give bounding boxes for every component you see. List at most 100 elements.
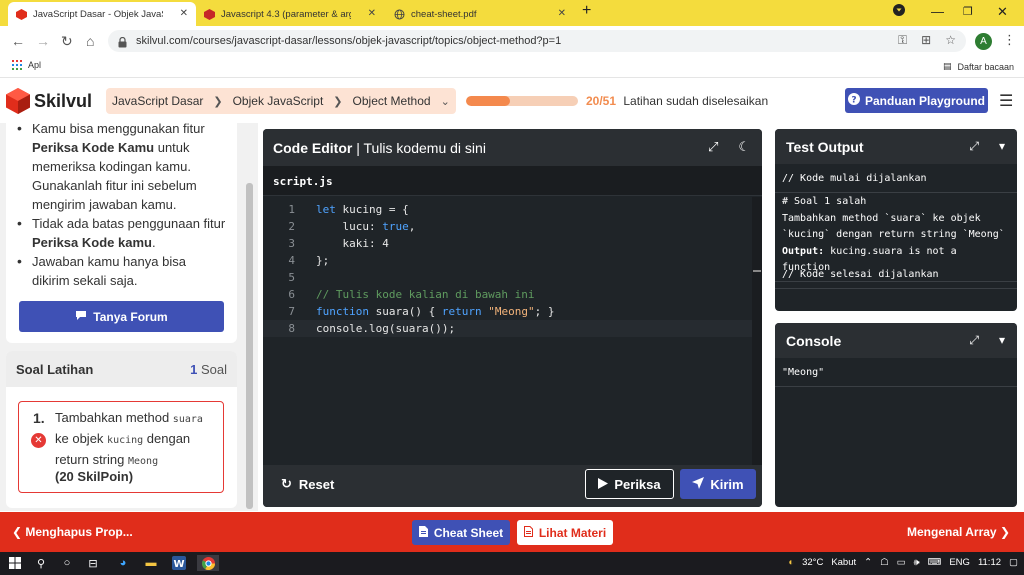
cheat-sheet-button[interactable]: Cheat Sheet (412, 520, 510, 545)
code-line[interactable]: 6// Tulis kode kalian di bawah ini (263, 286, 753, 303)
task-view-icon[interactable]: ⊟ (85, 555, 101, 571)
edge-icon[interactable]: ◕ (115, 555, 131, 571)
instruction-list: Kamu bisa menggunakan fitur Periksa Kode… (17, 119, 227, 290)
expand-icon[interactable]: ⤢ (969, 139, 979, 154)
back-icon[interactable]: ← (11, 33, 25, 49)
reset-button[interactable]: ↻ Reset (281, 476, 334, 492)
browser-tab-javascript-4-3[interactable]: Javascript 4.3 (parameter & argume ✕ (196, 2, 384, 26)
code-line[interactable]: 4}; (263, 252, 753, 269)
notification-icon[interactable]: ▢ (1009, 557, 1018, 568)
weather-icon: ◐ (788, 557, 795, 568)
document-icon (523, 525, 533, 540)
progress-fill (466, 96, 510, 106)
word-icon[interactable]: W (171, 555, 187, 571)
playground-guide-button[interactable]: ? Panduan Playground (845, 88, 988, 113)
restore-icon[interactable]: ❐ (963, 5, 973, 18)
line-number: 2 (288, 220, 295, 233)
exercise-item[interactable]: 1. ✕ Tambahkan method suara ke objek kuc… (18, 401, 224, 493)
weather-temp[interactable]: 32°C (802, 557, 823, 568)
network-icon[interactable]: ☖ (880, 557, 889, 568)
browser-menu-icon[interactable]: ⋮ (1003, 32, 1016, 48)
profile-avatar[interactable]: A (975, 33, 992, 50)
hamburger-menu-icon[interactable]: ☰ (999, 91, 1013, 111)
code-line[interactable]: 7 function suara() { return "Meong"; } (263, 303, 753, 320)
code-line[interactable]: 3 kaki: 4 (263, 235, 753, 252)
code-line[interactable]: 1 let kucing = { (263, 201, 753, 218)
chevron-down-icon[interactable]: ⌄ (441, 95, 450, 108)
browser-tab-skilvul[interactable]: JavaScript Dasar - Objek JavaScript ✕ (8, 2, 196, 26)
scrollbar-thumb[interactable] (246, 183, 253, 509)
browser-tab-strip: JavaScript Dasar - Objek JavaScript ✕ Ja… (0, 0, 1024, 26)
breadcrumb: JavaScript Dasar ❯ Objek JavaScript ❯ Ob… (106, 88, 456, 114)
expand-icon[interactable]: ⤢ (708, 139, 718, 155)
submit-button[interactable]: Kirim (680, 469, 756, 499)
home-icon[interactable]: ⌂ (86, 33, 94, 49)
editor-scrollbar[interactable] (752, 197, 762, 465)
left-scrollbar[interactable] (244, 127, 254, 509)
code-line[interactable]: 8 console.log(suara()); (263, 320, 753, 337)
windows-start-icon[interactable] (7, 555, 23, 571)
view-material-label: Lihat Materi (538, 525, 607, 540)
close-tab-icon[interactable]: ✕ (180, 8, 188, 19)
language-indicator[interactable]: ENG (949, 557, 970, 568)
chrome-icon[interactable] (197, 555, 219, 571)
volume-icon[interactable]: 🕪 (914, 557, 920, 568)
url-field[interactable]: skilvul.com/courses/javascript-dasar/les… (108, 30, 966, 52)
battery-icon[interactable]: ▭ (897, 557, 906, 568)
test-output-title: Test Output (786, 139, 864, 155)
file-tab[interactable]: script.js (263, 166, 762, 196)
keyboard-icon[interactable]: ⌨ (928, 557, 942, 568)
apps-bookmark[interactable]: Apl (12, 60, 41, 70)
app-header: Skilvul JavaScript Dasar ❯ Objek JavaScr… (0, 79, 1024, 123)
close-window-icon[interactable]: ✕ (997, 4, 1008, 20)
breadcrumb-lesson[interactable]: Objek JavaScript (233, 94, 324, 108)
code-line[interactable]: 2 lucu: true, (263, 218, 753, 235)
chevron-down-icon[interactable]: ▾ (999, 139, 1005, 154)
browser-tab-cheat-sheet[interactable]: cheat-sheet.pdf ✕ (386, 2, 574, 26)
previous-topic-link[interactable]: ❮ Menghapus Prop... (12, 525, 133, 539)
exercise-count: 1 Soal (190, 362, 227, 377)
instruction-item: Kamu bisa menggunakan fitur Periksa Kode… (17, 119, 227, 214)
weather-desc[interactable]: Kabut (831, 557, 856, 568)
dark-mode-moon-icon[interactable]: ☾ (738, 139, 750, 155)
close-tab-icon[interactable]: ✕ (368, 8, 376, 19)
exercise-number: 1. (33, 410, 45, 426)
exercise-header: Soal Latihan 1 Soal (6, 351, 237, 387)
next-topic-link[interactable]: Mengenal Array ❯ (907, 525, 1010, 539)
chat-icon (75, 310, 87, 324)
search-icon[interactable]: ⚲ (33, 555, 49, 571)
cheat-sheet-label: Cheat Sheet (433, 525, 504, 540)
skilvul-logo[interactable]: Skilvul (6, 88, 92, 114)
expand-icon[interactable]: ⤢ (969, 333, 979, 348)
lock-icon[interactable] (118, 35, 127, 53)
tab-search-icon[interactable] (893, 4, 905, 19)
cortana-icon[interactable]: ○ (59, 555, 75, 571)
url-text: skilvul.com/courses/javascript-dasar/les… (136, 35, 562, 47)
skilvul-favicon-icon (16, 8, 27, 20)
key-icon[interactable]: ⚿ (898, 33, 907, 48)
clock[interactable]: 11:12 (978, 557, 1001, 568)
chevron-left-icon: ❮ (12, 525, 26, 539)
code-line[interactable]: 5 (263, 269, 753, 286)
new-tab-icon[interactable]: + (582, 2, 591, 20)
ask-forum-button[interactable]: Tanya Forum (19, 301, 224, 332)
reload-icon[interactable]: ↻ (61, 33, 73, 50)
minimize-icon[interactable]: — (931, 4, 944, 19)
bookmark-star-icon[interactable]: ☆ (945, 33, 956, 48)
reset-icon: ↻ (281, 476, 292, 491)
code-area[interactable]: 1 let kucing = {2 lucu: true, 3 kaki: 4 4};… (263, 197, 762, 465)
scroll-marker (753, 270, 761, 272)
close-tab-icon[interactable]: ✕ (558, 8, 566, 19)
forward-icon[interactable]: → (36, 33, 50, 49)
chevron-down-icon[interactable]: ▾ (999, 333, 1005, 348)
check-button[interactable]: Periksa (585, 469, 674, 499)
breadcrumb-topic[interactable]: Object Method (353, 94, 431, 108)
file-explorer-icon[interactable]: ▬ (143, 555, 159, 571)
reading-list[interactable]: ▤ Daftar bacaan (943, 61, 1014, 72)
breadcrumb-course[interactable]: JavaScript Dasar (112, 94, 203, 108)
tab-title: JavaScript Dasar - Objek JavaScript (33, 8, 163, 20)
view-material-button[interactable]: Lihat Materi (517, 520, 613, 545)
translate-icon[interactable]: ⊞ (921, 33, 931, 48)
chevron-up-icon[interactable]: ⌃ (864, 557, 872, 568)
check-label: Periksa (614, 476, 661, 492)
